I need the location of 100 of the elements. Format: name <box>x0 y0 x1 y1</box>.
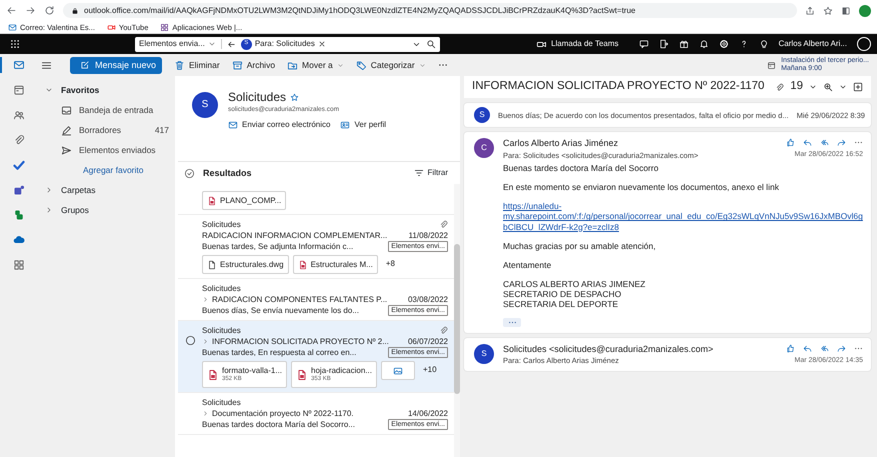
user-avatar[interactable] <box>857 37 871 51</box>
sender-name: Solicitudes <box>202 325 242 336</box>
chevron-down-icon <box>208 40 216 48</box>
video-icon <box>106 22 116 32</box>
attachment-chip[interactable]: Estructurales.dwg <box>202 255 289 274</box>
star-icon[interactable] <box>290 92 300 102</box>
contact-name: Solicitudes <box>228 90 286 104</box>
attachment-chip[interactable]: Estructurales M... <box>292 255 378 274</box>
chevron-right-icon[interactable] <box>202 296 209 303</box>
attachment-count: 19 <box>790 80 803 94</box>
folder-group-toggle[interactable]: Carpetas <box>45 180 96 200</box>
paperclip-icon <box>12 134 24 146</box>
like-icon[interactable] <box>786 344 795 353</box>
checkmark-icon <box>12 159 24 171</box>
signature-line: SECRETARIO DE DESPACHO <box>503 289 622 300</box>
reply-icon[interactable] <box>803 344 812 353</box>
chevron-down-icon[interactable] <box>839 83 847 91</box>
message-preview: Buenas tardes, En respuesta al correo en... <box>202 347 358 358</box>
back-arrow-icon[interactable] <box>226 40 236 48</box>
message-subject: Documentación proyecto Nº 2022-1170. <box>212 408 355 419</box>
search-icon[interactable] <box>426 39 436 49</box>
body-paragraph: En este momento se enviaron nuevamente los documentos, anexo el link <box>503 182 780 192</box>
document-icon <box>298 260 308 270</box>
folder-name: Elementos enviados <box>79 144 157 156</box>
lightbulb-icon[interactable] <box>758 39 769 49</box>
paperclip-icon <box>775 82 784 92</box>
folder-dropdown[interactable]: Elementos envia... <box>139 39 222 49</box>
new-message-button[interactable]: Mensaje nuevo <box>70 56 162 74</box>
chevron-right-icon[interactable] <box>202 410 209 417</box>
reply-all-icon[interactable] <box>820 344 829 353</box>
exit-door-icon[interactable] <box>658 39 669 49</box>
close-icon[interactable] <box>318 40 326 48</box>
toolbar-button[interactable]: Categorizar <box>356 58 426 72</box>
reload-icon[interactable] <box>44 5 55 16</box>
contact-avatar: S <box>192 92 218 118</box>
chevron-right-icon[interactable] <box>202 338 209 345</box>
folder-item[interactable]: Borradores 417 <box>45 120 169 140</box>
send-icon <box>61 144 72 156</box>
notifications-icon[interactable] <box>698 39 709 49</box>
message-subject: RADICACION COMPONENTES FALTANTES P... <box>212 294 388 305</box>
back-icon[interactable] <box>6 5 17 16</box>
side-panel-icon[interactable] <box>841 6 851 16</box>
app-launcher-icon[interactable] <box>10 39 20 49</box>
toolbar-button[interactable]: Eliminar <box>174 58 220 72</box>
reply-all-icon[interactable] <box>820 138 829 147</box>
zoom-icon[interactable] <box>823 82 833 92</box>
more-attachments-count: +10 <box>422 365 437 375</box>
calendar-icon <box>12 84 24 96</box>
like-icon[interactable] <box>786 138 795 147</box>
body-paragraph: Muchas gracias por su amable atención, <box>503 240 657 251</box>
document-icon <box>207 196 217 206</box>
inbox-icon <box>61 104 72 116</box>
folder-group-toggle[interactable]: Grupos <box>45 200 89 220</box>
forward-icon[interactable] <box>837 344 846 353</box>
settings-icon[interactable] <box>718 39 729 49</box>
mail-icon <box>12 59 24 71</box>
mail-icon <box>228 120 238 130</box>
folder-name: Bandeja de entrada <box>79 104 154 116</box>
filter-button[interactable]: Filtrar <box>414 167 448 179</box>
open-window-icon[interactable] <box>853 82 863 92</box>
file-name: Estructurales M... <box>310 260 373 270</box>
forward-icon[interactable] <box>837 138 846 147</box>
message-date: 11/08/2022 <box>408 230 448 241</box>
user-name[interactable]: Carlos Alberto Ari... <box>778 39 847 49</box>
share-icon[interactable] <box>805 6 815 16</box>
sender-avatar: C <box>474 138 494 158</box>
trash-icon <box>174 60 185 70</box>
forward-icon[interactable] <box>25 5 36 16</box>
chat-icon[interactable] <box>638 39 649 49</box>
folder-item[interactable]: Elementos enviados <box>45 140 169 160</box>
folder-group-toggle[interactable]: Favoritos <box>45 80 100 100</box>
profile-avatar[interactable] <box>859 4 871 16</box>
select-all-icon[interactable] <box>184 168 195 178</box>
file-name: formato-valla-1... <box>222 366 282 376</box>
attachment-chip[interactable] <box>380 361 415 380</box>
menu-icon[interactable] <box>41 60 52 70</box>
sender-avatar: S <box>474 344 494 364</box>
gift-icon[interactable] <box>678 39 689 49</box>
scrollbar-thumb[interactable] <box>454 244 460 394</box>
body-paragraph: Buenas tardes doctora María del Socorro <box>503 162 660 173</box>
folder-item[interactable]: Bandeja de entrada <box>45 100 169 120</box>
attachment-chip[interactable]: PLANO_COMP... <box>202 191 286 210</box>
mail-icon <box>8 22 17 32</box>
add-favorite-link[interactable]: Agregar favorito <box>45 160 169 180</box>
toolbar-button[interactable]: Archivo <box>232 58 276 72</box>
teams-call-button[interactable]: Llamada de Teams <box>536 38 619 50</box>
message-date: 06/07/2022 <box>408 336 448 347</box>
filter-icon <box>414 168 424 178</box>
chevron-down-icon[interactable] <box>809 83 817 91</box>
toolbar-button[interactable]: Mover a <box>287 58 344 72</box>
star-icon[interactable] <box>823 6 833 16</box>
address-bar[interactable]: outlook.office.com/mail/id/AAQkAGFjNDMxOTU2LWM3M2QtNDJiMy1hODQ3LWE0NzdlZTE4N2MyZQAQADSSJCDLJiBCrPRZdzauK4Q%3D?actSwt=true <box>63 3 797 18</box>
contact-action-link[interactable]: Ver perfil <box>340 120 386 130</box>
archive-icon <box>232 60 243 70</box>
reply-icon[interactable] <box>803 138 812 147</box>
select-circle[interactable] <box>184 335 196 346</box>
contact-action-link[interactable]: Enviar correo electrónico <box>228 120 330 130</box>
shared-link[interactable]: https://unaledu-my.sharepoint.com/:f:/g/personal/jocorrear_unal_edu_co/Eg32sWLqVnNJu5v9Sw16JxMBOvl6gbClBCU_lZWdrF-k2g?e=zclIz8 <box>503 201 863 232</box>
file-name: PLANO_COMP... <box>220 196 282 206</box>
compose-icon <box>80 60 90 70</box>
